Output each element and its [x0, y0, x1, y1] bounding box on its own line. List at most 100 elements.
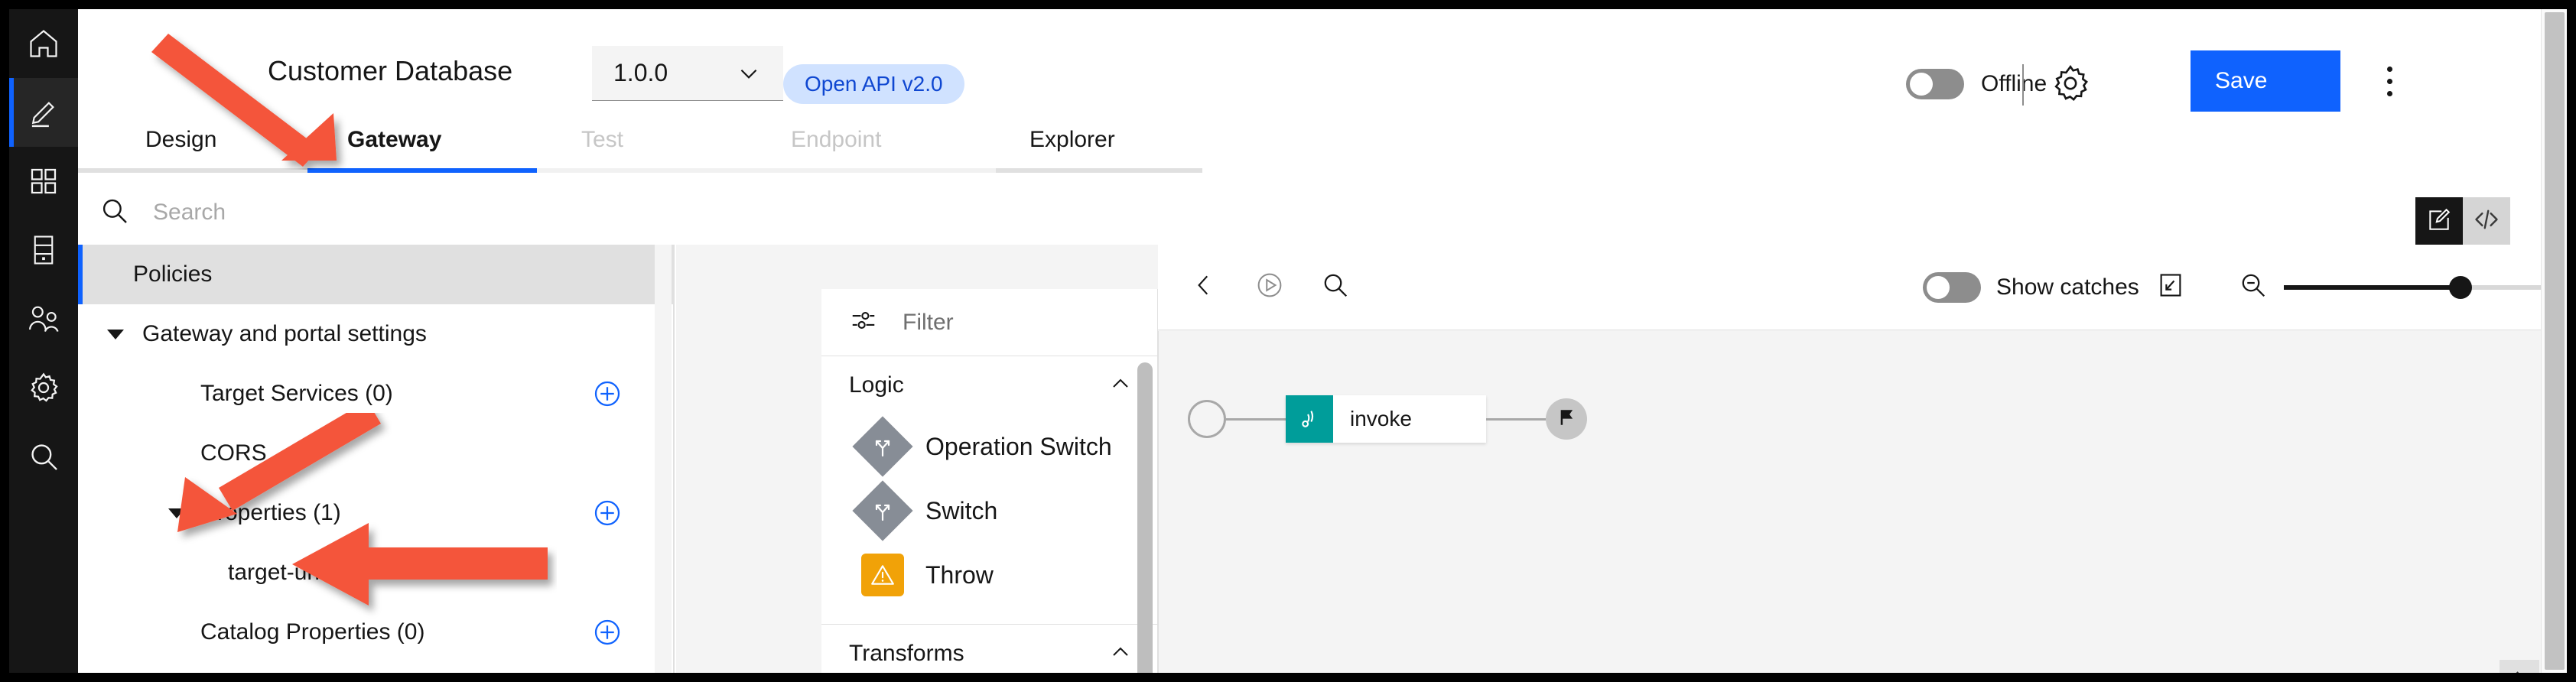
spec-badge[interactable]: Open API v2.0 [783, 64, 964, 104]
page-scrollbar-thumb[interactable] [2545, 12, 2565, 670]
api-tabs: Design Gateway Test Endpoint Explorer [78, 125, 2567, 177]
api-header: Customer Database 1.0.0 Open API v2.0 Of… [78, 9, 2567, 125]
canvas-back-button[interactable] [1179, 263, 1228, 312]
tree-row-target-services[interactable]: Target Services (0) [78, 364, 673, 424]
save-button[interactable]: Save [2191, 50, 2340, 112]
tree-row-catalog-properties[interactable]: Catalog Properties (0) [78, 602, 673, 662]
chevron-up-icon[interactable] [1108, 640, 1133, 668]
add-property-button[interactable] [592, 498, 623, 528]
members-icon [26, 304, 61, 334]
version-select[interactable]: 1.0.0 [592, 46, 783, 101]
tree-row-target-url[interactable]: target-url [78, 543, 673, 602]
zoom-out-icon [2239, 271, 2268, 304]
toggle-switch[interactable] [1906, 69, 1964, 99]
page-scrollbar[interactable] [2541, 9, 2567, 673]
zoom-slider-thumb[interactable] [2449, 275, 2472, 299]
tab-explorer[interactable]: Explorer [996, 125, 1202, 177]
tree-row-policies[interactable]: Policies [78, 245, 673, 304]
screenshot-frame: Customer Database 1.0.0 Open API v2.0 Of… [0, 0, 2576, 682]
flow-node-invoke[interactable]: invoke [1286, 395, 1486, 443]
tree-scrollbar[interactable] [655, 245, 672, 673]
palette-item-operation-switch[interactable]: Operation Switch [821, 414, 1157, 479]
tree-row-gateway-and-portal-settings[interactable]: Gateway and portal settings [78, 304, 673, 364]
palette-scrollbar[interactable] [1137, 362, 1153, 673]
palette-group-transforms[interactable]: Transforms [821, 625, 1157, 673]
chevron-down-icon[interactable] [168, 508, 185, 518]
canvas-play-button[interactable] [1245, 263, 1294, 312]
tab-underline [307, 168, 537, 173]
gear-icon [2051, 63, 2090, 107]
chevron-down-icon [736, 60, 762, 86]
tree-row-label: Gateway and portal settings [142, 321, 427, 346]
tab-label: Explorer [1029, 127, 1115, 152]
tab-gateway[interactable]: Gateway [307, 125, 537, 177]
page-title: Customer Database [268, 55, 513, 86]
main-region: Customer Database 1.0.0 Open API v2.0 Of… [78, 9, 2567, 673]
invoke-antenna-icon [1286, 395, 1333, 443]
tab-label: Design [145, 127, 217, 152]
search-icon [28, 440, 60, 473]
fit-to-screen-button[interactable] [2146, 263, 2195, 312]
canvas-collapse-button[interactable] [2500, 660, 2539, 673]
warning-icon [861, 554, 904, 596]
rail-item-settings[interactable] [9, 353, 78, 422]
app-viewport: Customer Database 1.0.0 Open API v2.0 Of… [9, 9, 2567, 673]
show-catches-toggle[interactable]: Show catches [1923, 271, 2139, 303]
overflow-menu-icon[interactable] [2365, 57, 2414, 106]
rail-item-develop[interactable] [9, 78, 78, 147]
rail-item-apps[interactable] [9, 147, 78, 216]
chevron-down-icon[interactable] [107, 329, 124, 339]
filter-settings-icon [849, 306, 878, 339]
tab-test[interactable]: Test [537, 125, 766, 177]
rail-item-home[interactable] [9, 9, 78, 78]
chevron-up-icon[interactable] [1108, 372, 1133, 400]
policy-tree: Policies Gateway and portal settings Tar… [78, 245, 675, 673]
palette-item-throw[interactable]: Throw [821, 543, 1157, 607]
add-target-service-button[interactable] [592, 378, 623, 409]
palette-filter-input[interactable]: Filter [821, 289, 1157, 356]
tab-endpoint[interactable]: Endpoint [766, 125, 996, 177]
tree-row-cors[interactable]: CORS [78, 424, 673, 483]
gateway-workspace: Filter Logic Operation Switch Switch Thr… [676, 197, 2567, 673]
palette-item-label: Operation Switch [925, 432, 1112, 460]
tree-row-label: Policies [133, 261, 213, 287]
tree-row-label: target-url [228, 560, 320, 585]
rail-item-members[interactable] [9, 284, 78, 353]
policy-search[interactable]: Search [78, 180, 675, 245]
canvas-search-button[interactable] [1311, 263, 1360, 312]
policy-flow-canvas[interactable]: invoke [1158, 331, 2567, 673]
branch-icon [852, 480, 913, 541]
add-catalog-property-button[interactable] [592, 617, 623, 648]
branch-icon [852, 416, 913, 477]
zoom-slider[interactable] [2284, 275, 2567, 299]
source-editor-button[interactable] [2463, 197, 2510, 245]
zoom-out-button[interactable] [2229, 263, 2278, 312]
palette-item-switch[interactable]: Switch [821, 479, 1157, 543]
search-icon [1321, 271, 1350, 304]
palette-group-title: Logic [849, 372, 904, 398]
palette-group-title: Transforms [849, 641, 964, 666]
rail-item-catalog[interactable] [9, 216, 78, 284]
tree-row-properties[interactable]: Properties (1) [78, 483, 673, 543]
catalog-icon [28, 233, 59, 267]
api-settings-button[interactable] [2050, 64, 2091, 106]
chevron-left-icon [1191, 272, 1217, 302]
tree-row-application-authentication[interactable]: Application Authentication [78, 662, 673, 673]
tab-label: Test [581, 127, 624, 152]
code-brackets-icon [2473, 206, 2500, 237]
flow-connector [1486, 417, 1546, 421]
palette-group-logic[interactable]: Logic [821, 356, 1157, 414]
online-offline-label: Offline [1981, 71, 2047, 96]
global-nav-rail [9, 9, 78, 673]
flow-start-node[interactable] [1188, 400, 1226, 438]
gear-icon [28, 372, 60, 404]
toggle-switch[interactable] [1923, 271, 1981, 303]
search-placeholder: Search [153, 200, 226, 225]
online-offline-toggle[interactable]: Offline [1906, 69, 2047, 99]
chevron-right-icon [2509, 669, 2529, 673]
visual-editor-button[interactable] [2415, 197, 2463, 245]
tab-design[interactable]: Design [78, 125, 307, 177]
apps-icon [28, 166, 59, 196]
rail-item-search[interactable] [9, 422, 78, 491]
flow-end-node[interactable] [1546, 398, 1587, 440]
